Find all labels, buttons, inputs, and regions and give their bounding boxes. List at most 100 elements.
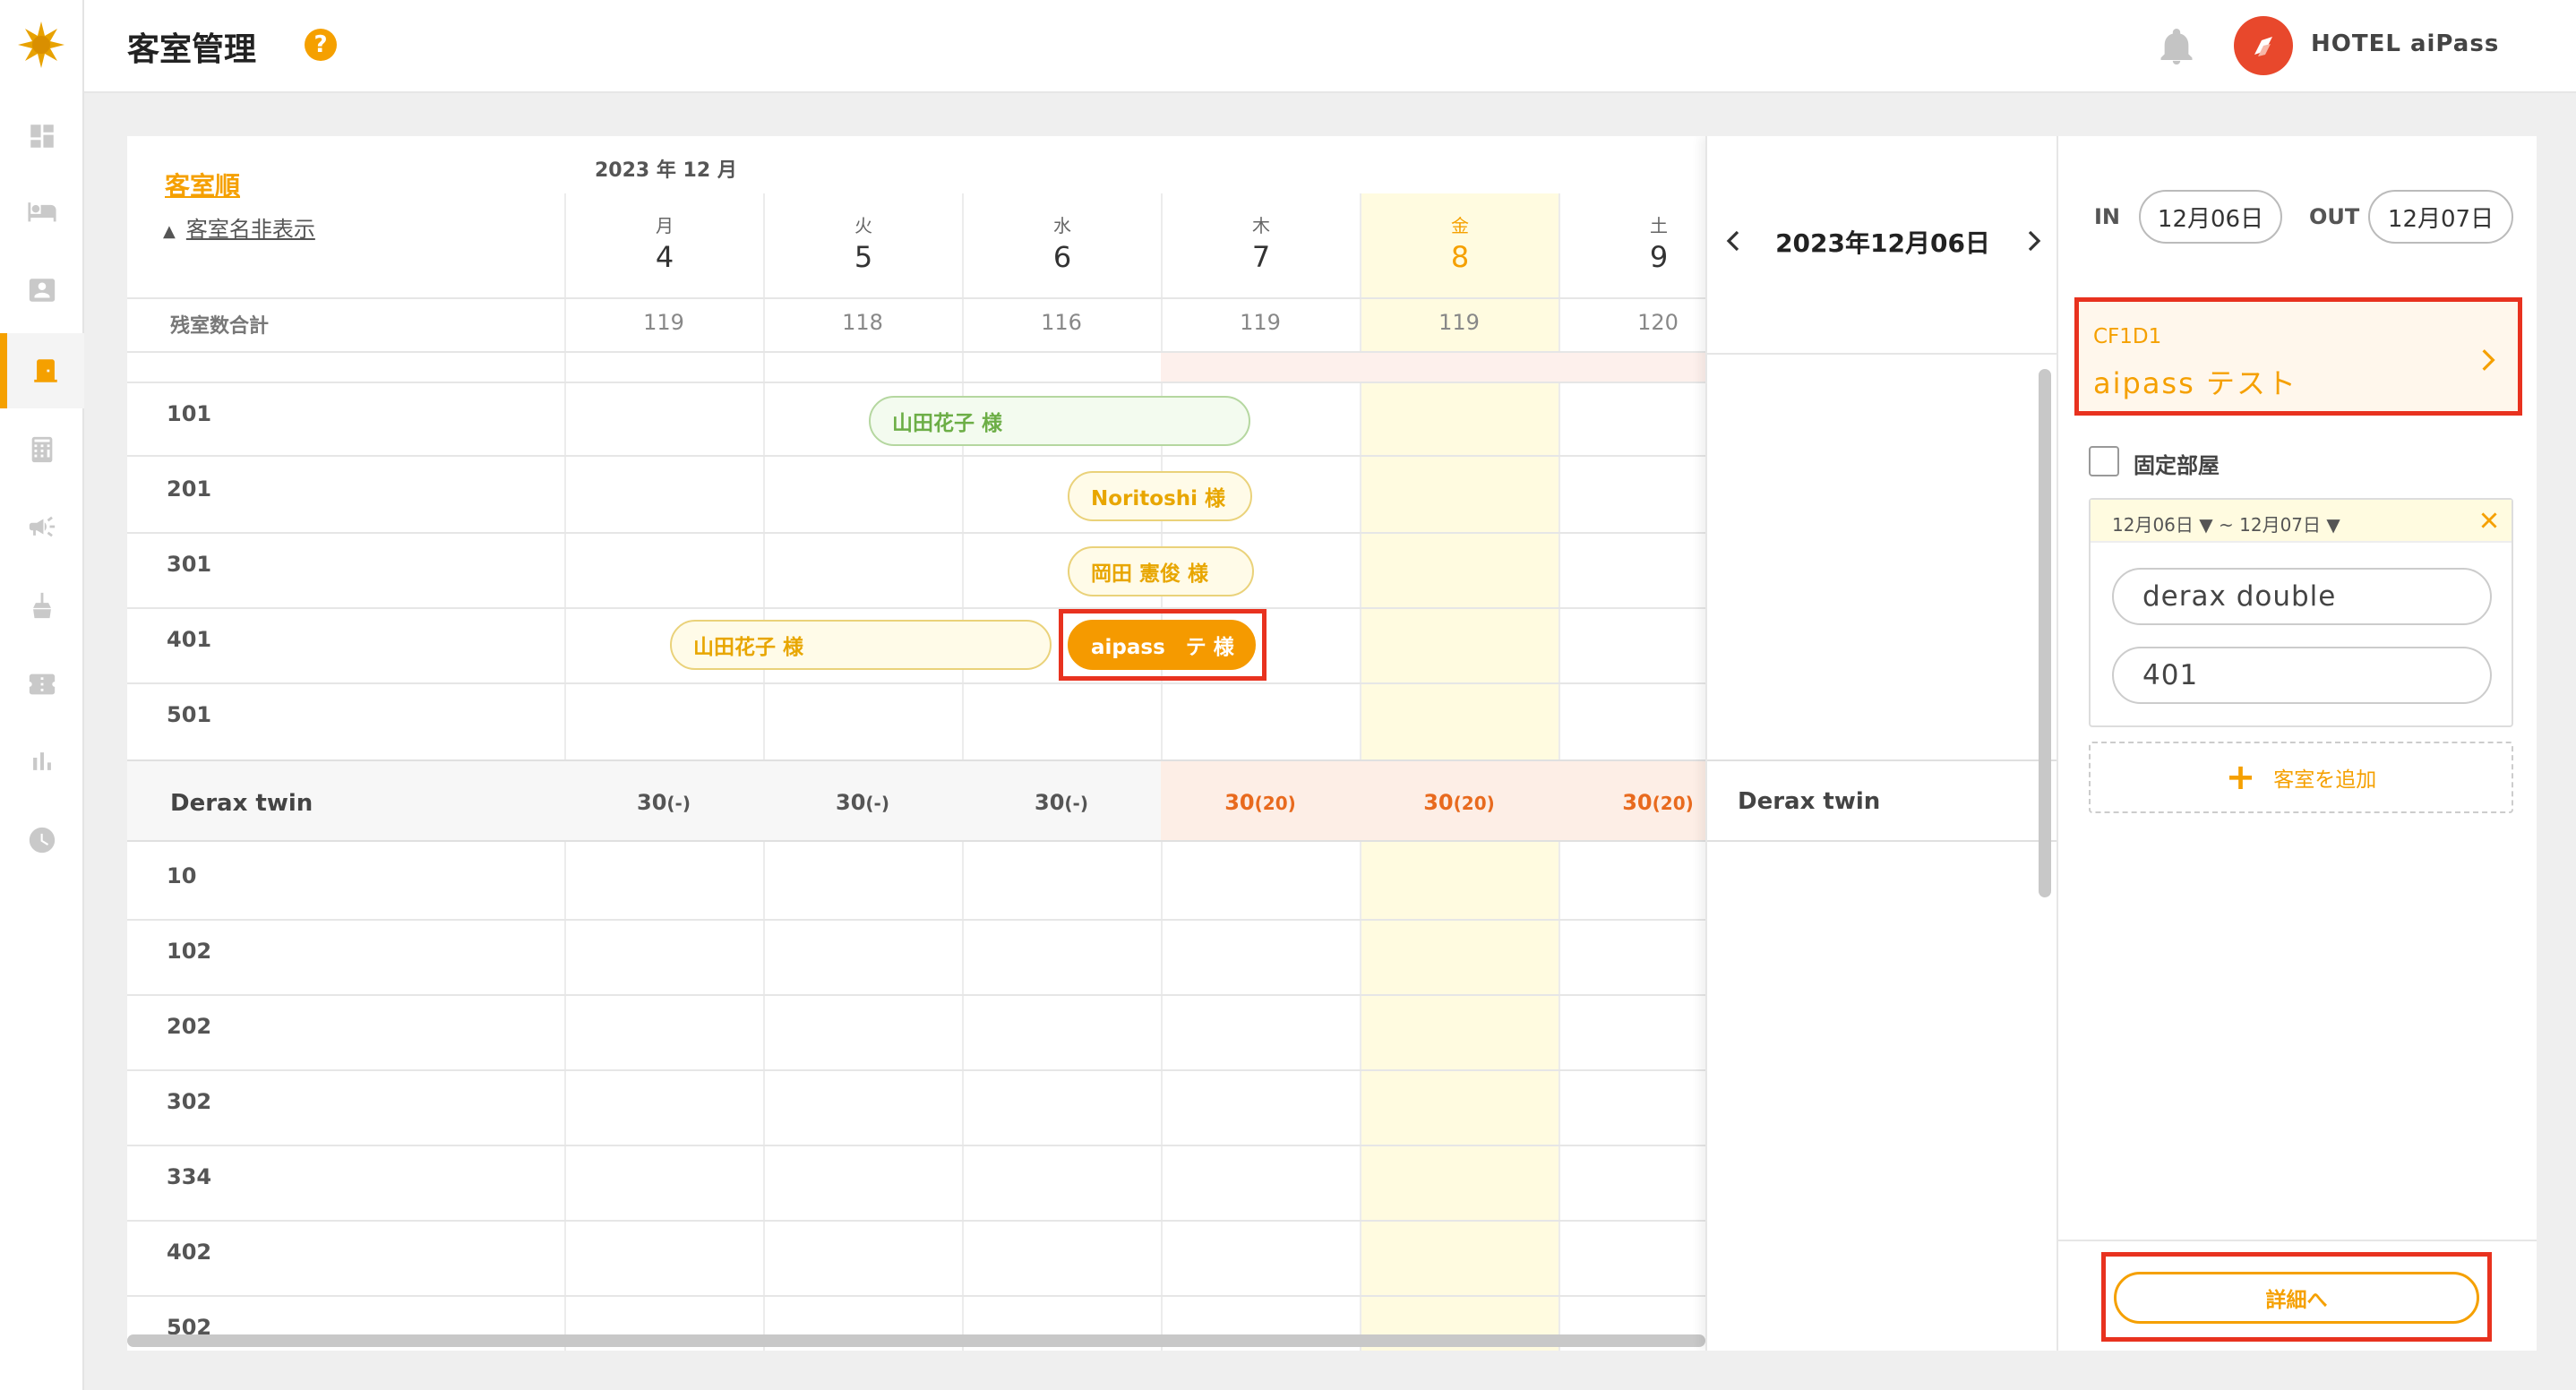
- count-sub: (-): [1064, 793, 1088, 814]
- divider: [127, 1145, 1705, 1146]
- megaphone-icon: [29, 516, 56, 537]
- nav-analytics[interactable]: [0, 724, 84, 799]
- count-value: 30: [1035, 790, 1065, 815]
- room-number[interactable]: 102: [167, 939, 211, 964]
- range-from: 12月06日 ▼: [2112, 514, 2213, 536]
- aipass-logo-icon: [2254, 37, 2272, 56]
- room-number[interactable]: 334: [167, 1164, 211, 1189]
- check-in-date[interactable]: 12月06日: [2139, 190, 2282, 244]
- booking-bar[interactable]: 山田花子 様: [869, 396, 1250, 446]
- count-sub: (20): [1453, 793, 1495, 814]
- check-in-label: IN: [2094, 204, 2121, 229]
- divider: [1707, 353, 2058, 355]
- hide-room-name-toggle[interactable]: ▲ 客室名非表示: [163, 211, 315, 243]
- day-number: 6: [1052, 240, 1072, 274]
- help-icon[interactable]: ?: [305, 29, 337, 61]
- count-sub: (-): [865, 793, 889, 814]
- selected-date: 2023年12月06日: [1775, 228, 1990, 258]
- room-number[interactable]: 402: [167, 1240, 211, 1265]
- reservation-card[interactable]: CF1D1 aipass テスト: [2074, 297, 2522, 416]
- fixed-room-label: 固定部屋: [2134, 453, 2220, 478]
- count-value: 30: [836, 790, 866, 815]
- bell-icon[interactable]: [2159, 27, 2194, 66]
- top-header: 客室管理 ? HOTEL aiPass: [84, 0, 2576, 93]
- booking-bar[interactable]: 岡田 憲俊 様: [1068, 546, 1254, 596]
- day-number: 9: [1649, 240, 1669, 274]
- clock-icon: [29, 827, 56, 854]
- add-room-button[interactable]: + 客室を追加: [2089, 742, 2513, 813]
- hide-room-name-label: 客室名非表示: [185, 217, 315, 242]
- booking-bar[interactable]: Noritoshi 様: [1068, 471, 1252, 521]
- nav-accounting[interactable]: [0, 412, 84, 487]
- remaining-count: 119: [1438, 310, 1480, 335]
- sort-by-room-link[interactable]: 客室順: [165, 167, 240, 202]
- check-out-label: OUT: [2309, 204, 2360, 229]
- vertical-scrollbar[interactable]: [2039, 369, 2051, 897]
- hotel-logo-icon[interactable]: [18, 21, 64, 68]
- count-value: 30: [637, 790, 667, 815]
- divider: [127, 1220, 1705, 1222]
- divider: [127, 994, 1705, 996]
- room-number-select[interactable]: 401: [2112, 647, 2492, 704]
- count-sub: (20): [1652, 793, 1694, 814]
- day-of-week: 金: [1451, 215, 1469, 236]
- room-number[interactable]: 501: [167, 702, 211, 727]
- nav-notice[interactable]: [0, 489, 84, 564]
- range-to: 12月07日 ▼: [2239, 514, 2340, 536]
- room-type-name: Derax twin: [1738, 788, 1881, 815]
- chevron-right-icon[interactable]: [2021, 226, 2048, 256]
- booking-bar[interactable]: 山田花子 様: [670, 620, 1052, 670]
- day-of-week: 木: [1252, 215, 1270, 236]
- divider: [127, 1295, 1705, 1297]
- count-sub: (-): [666, 793, 691, 814]
- count-value: 30: [1423, 790, 1454, 815]
- room-number[interactable]: 202: [167, 1014, 211, 1039]
- close-icon[interactable]: [2477, 509, 2501, 532]
- hotel-name[interactable]: HOTEL aiPass: [2311, 30, 2499, 57]
- room-type-count: 30(-): [962, 790, 1161, 815]
- divider: [127, 532, 1705, 534]
- horizontal-scrollbar[interactable]: [127, 1334, 1705, 1347]
- room-type-name: Derax twin: [170, 790, 313, 817]
- room-number[interactable]: 302: [167, 1089, 211, 1114]
- room-type-count: 30(20): [1558, 790, 1705, 815]
- remaining-total-label: 残室数合計: [170, 315, 270, 338]
- check-out-date[interactable]: 12月07日: [2368, 190, 2513, 244]
- date-range[interactable]: 12月06日 ▼ ~ 12月07日 ▼: [2112, 511, 2340, 536]
- highlight-box: [1059, 609, 1267, 681]
- nav-cleaning[interactable]: [0, 568, 84, 643]
- nav-reservations[interactable]: [0, 174, 84, 249]
- assigned-room-box: 12月06日 ▼ ~ 12月07日 ▼ derax double 401: [2089, 498, 2513, 727]
- nav-dashboard[interactable]: [0, 99, 84, 174]
- nav-room-management[interactable]: [0, 333, 84, 408]
- divider: [127, 1069, 1705, 1071]
- date-range-header: 12月06日 ▼ ~ 12月07日 ▼: [2091, 500, 2512, 543]
- remaining-count: 118: [842, 310, 883, 335]
- room-type-select[interactable]: derax double: [2112, 568, 2492, 625]
- nav-guests[interactable]: [0, 253, 84, 328]
- go-to-detail-button[interactable]: 詳細へ: [2114, 1272, 2479, 1324]
- room-type-count: 30(-): [763, 790, 962, 815]
- ticket-icon: [29, 674, 56, 695]
- room-number[interactable]: 301: [167, 552, 211, 577]
- day-number: 5: [854, 240, 873, 274]
- chart-icon: [33, 752, 51, 770]
- room-number[interactable]: 201: [167, 476, 211, 502]
- divider: [127, 382, 1705, 383]
- room-number[interactable]: 401: [167, 627, 211, 652]
- room-number[interactable]: 101: [167, 401, 211, 426]
- chevron-right-icon: [2482, 349, 2495, 371]
- count-sub: (20): [1254, 793, 1296, 814]
- dashboard-icon: [30, 124, 54, 148]
- room-number[interactable]: 10: [167, 863, 196, 888]
- room-management-panel: 客室順 ▲ 客室名非表示 2023 年 12 月 月 4 火 5 水 6 木 7 金 8 土…: [127, 136, 2537, 1351]
- reservation-code: CF1D1: [2093, 325, 2162, 348]
- calculator-icon: [31, 436, 53, 463]
- nav-coupon[interactable]: [0, 647, 84, 722]
- nav-history[interactable]: [0, 802, 84, 878]
- plus-icon: +: [2225, 757, 2256, 798]
- hotel-avatar[interactable]: [2234, 16, 2293, 75]
- fixed-room-checkbox[interactable]: [2089, 446, 2119, 476]
- day-number: 7: [1251, 240, 1271, 274]
- day-of-week: 月: [656, 215, 674, 236]
